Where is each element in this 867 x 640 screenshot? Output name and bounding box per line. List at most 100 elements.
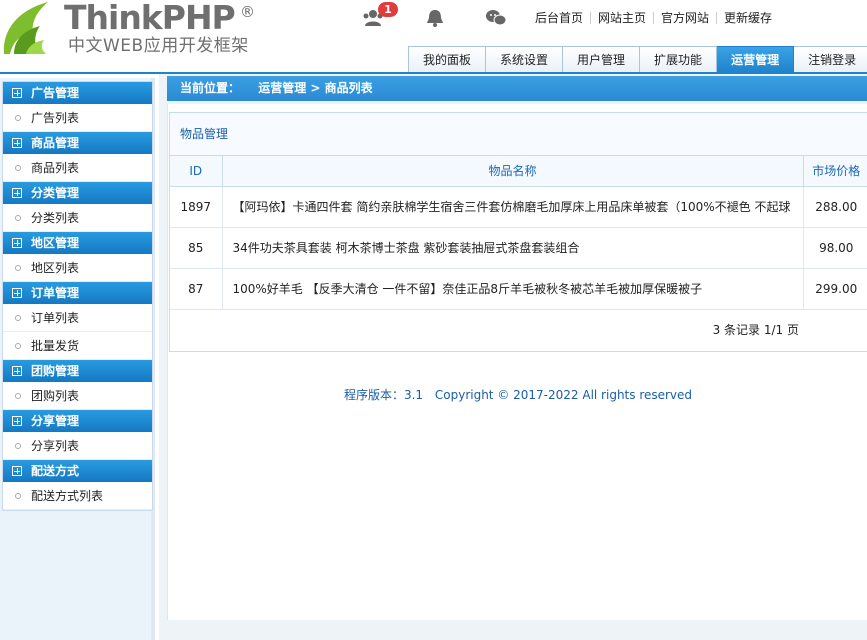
sidebar-item-ad-list[interactable]: 广告列表 [3,104,152,132]
breadcrumb-path: 运营管理 > 商品列表 [258,81,373,95]
sidebar-item-label: 分享列表 [31,439,80,453]
tab-operations[interactable]: 运营管理 [717,46,795,73]
sidebar-group-label: 分类管理 [31,186,80,200]
sidebar-item-groupbuy-list[interactable]: 团购列表 [3,382,152,410]
pagination-info: 3 条记录 1/1 页 [712,322,799,337]
sidebar-group-label: 配送方式 [31,464,80,478]
tab-user-management[interactable]: 用户管理 [563,46,641,73]
sidebar-item-category-list[interactable]: 分类列表 [3,204,152,232]
items-table: ID 物品名称 市场价格 1897 【阿玛依】卡通四件套 简约亲肤棉学生宿舍三件… [170,156,867,310]
col-header-id: ID [170,156,223,187]
expand-icon [12,88,22,98]
breadcrumb-label: 当前位置： [180,81,241,95]
breadcrumb: 当前位置： 运营管理 > 商品列表 [167,76,867,101]
sidebar-group-regions[interactable]: 地区管理 [3,232,152,254]
sidebar-item-label: 商品列表 [31,161,80,175]
tab-system-settings[interactable]: 系统设置 [486,46,564,73]
copyright-text: Copyright © 2017-2022 All rights reserve… [434,388,693,402]
bullet-icon [15,265,21,271]
sidebar: 广告管理 广告列表 商品管理 商品列表 分类管理 分类列表 地区管理 地区列表 … [0,78,155,640]
notification-badge: 1 [378,2,398,17]
sidebar-group-label: 团购管理 [31,364,80,378]
expand-icon [12,466,22,476]
sidebar-group-ads[interactable]: 广告管理 [3,82,152,104]
sidebar-group-groupbuy[interactable]: 团购管理 [3,360,152,382]
bullet-icon [15,443,21,449]
cell-name: 【阿玛依】卡通四件套 简约亲肤棉学生宿舍三件套仿棉磨毛加厚床上用品床单被套（10… [222,186,804,228]
link-site-home[interactable]: 网站主页 [590,12,653,24]
sidebar-group-shipping[interactable]: 配送方式 [3,460,152,482]
logo[interactable]: ThinkPHP ® 中文WEB应用开发框架 [0,0,260,60]
bullet-icon [15,315,21,321]
bullet-icon [15,393,21,399]
sidebar-group-label: 广告管理 [31,86,80,100]
tab-dashboard[interactable]: 我的面板 [408,46,487,73]
expand-icon [12,138,22,148]
cell-price: 98.00 [803,227,867,269]
logo-text: ThinkPHP [64,0,236,37]
bullet-icon [15,493,21,499]
top-links: 后台首页 网站主页 官方网站 更新缓存 [528,10,779,26]
cell-name: 100%好羊毛 【反季大清仓 一件不留】奈佳正品8斤羊毛被秋冬被芯羊毛被加厚保暖… [222,268,804,310]
bullet-icon [15,165,21,171]
link-official-site[interactable]: 官方网站 [653,12,716,24]
sidebar-item-order-list[interactable]: 订单列表 [3,304,152,332]
sidebar-item-label: 配送方式列表 [31,489,104,503]
logo-subtitle: 中文WEB应用开发框架 [68,36,249,56]
expand-icon [12,238,22,248]
tab-logout[interactable]: 注销登录 [794,46,867,73]
wechat-icon[interactable] [485,8,507,28]
expand-icon [12,188,22,198]
footer: 程序版本：3.1 Copyright © 2017-2022 All right… [168,386,867,403]
sidebar-item-product-list[interactable]: 商品列表 [3,154,152,182]
main-nav: 我的面板 系统设置 用户管理 扩展功能 运营管理 注销登录 [408,46,867,73]
table-row[interactable]: 1897 【阿玛依】卡通四件套 简约亲肤棉学生宿舍三件套仿棉磨毛加厚床上用品床单… [170,186,867,228]
col-header-name: 物品名称 [222,156,804,187]
logo-mark-icon [3,2,48,54]
sidebar-group-label: 订单管理 [31,286,80,300]
sidebar-group-shares[interactable]: 分享管理 [3,410,152,432]
link-refresh-cache[interactable]: 更新缓存 [716,12,779,24]
bullet-icon [15,343,21,349]
sidebar-item-label: 批量发货 [31,339,80,353]
link-admin-home[interactable]: 后台首页 [528,12,590,24]
cell-id: 87 [170,268,223,310]
items-panel: 物品管理 ID 物品名称 市场价格 1897 【阿玛依】卡通四件套 简约亲肤棉学… [169,112,867,352]
col-header-price: 市场价格 [803,156,867,187]
expand-icon [12,288,22,298]
sidebar-item-label: 团购列表 [31,389,80,403]
bell-icon[interactable] [424,8,446,28]
sidebar-item-shipping-list[interactable]: 配送方式列表 [3,482,152,510]
table-row[interactable]: 85 34件功夫茶具套装 柯木茶博士茶盘 紫砂套装抽屉式茶盘套装组合 98.00 [170,227,867,269]
cell-price: 299.00 [803,268,867,310]
table-row[interactable]: 87 100%好羊毛 【反季大清仓 一件不留】奈佳正品8斤羊毛被秋冬被芯羊毛被加… [170,268,867,310]
expand-icon [12,416,22,426]
expand-icon [12,366,22,376]
bullet-icon [15,215,21,221]
cell-name: 34件功夫茶具套装 柯木茶博士茶盘 紫砂套装抽屉式茶盘套装组合 [222,227,804,269]
header: ThinkPHP ® 中文WEB应用开发框架 1 后台首页 网站主页 官方网站 … [0,0,867,74]
table-header-row: ID 物品名称 市场价格 [170,156,867,187]
version-text: 程序版本：3.1 [343,388,424,402]
sidebar-group-label: 商品管理 [31,136,80,150]
sidebar-group-label: 地区管理 [31,236,80,250]
sidebar-group-products[interactable]: 商品管理 [3,132,152,154]
main-area: 当前位置： 运营管理 > 商品列表 物品管理 ID 物品名称 市场价格 1897… [159,74,867,640]
sidebar-menu: 广告管理 广告列表 商品管理 商品列表 分类管理 分类列表 地区管理 地区列表 … [2,81,153,511]
sidebar-item-share-list[interactable]: 分享列表 [3,432,152,460]
sidebar-item-label: 分类列表 [31,211,80,225]
sidebar-item-label: 广告列表 [31,111,80,125]
content-area: 物品管理 ID 物品名称 市场价格 1897 【阿玛依】卡通四件套 简约亲肤棉学… [167,104,867,620]
bullet-icon [15,115,21,121]
panel-title: 物品管理 [170,113,867,156]
sidebar-group-categories[interactable]: 分类管理 [3,182,152,204]
sidebar-item-batch-ship[interactable]: 批量发货 [3,332,152,360]
cell-id: 1897 [170,186,223,228]
sidebar-group-orders[interactable]: 订单管理 [3,282,152,304]
logo-registered-mark: ® [240,3,255,21]
sidebar-item-label: 订单列表 [31,311,80,325]
sidebar-item-region-list[interactable]: 地区列表 [3,254,152,282]
cell-id: 85 [170,227,223,269]
tab-extensions[interactable]: 扩展功能 [640,46,718,73]
sidebar-group-label: 分享管理 [31,414,80,428]
